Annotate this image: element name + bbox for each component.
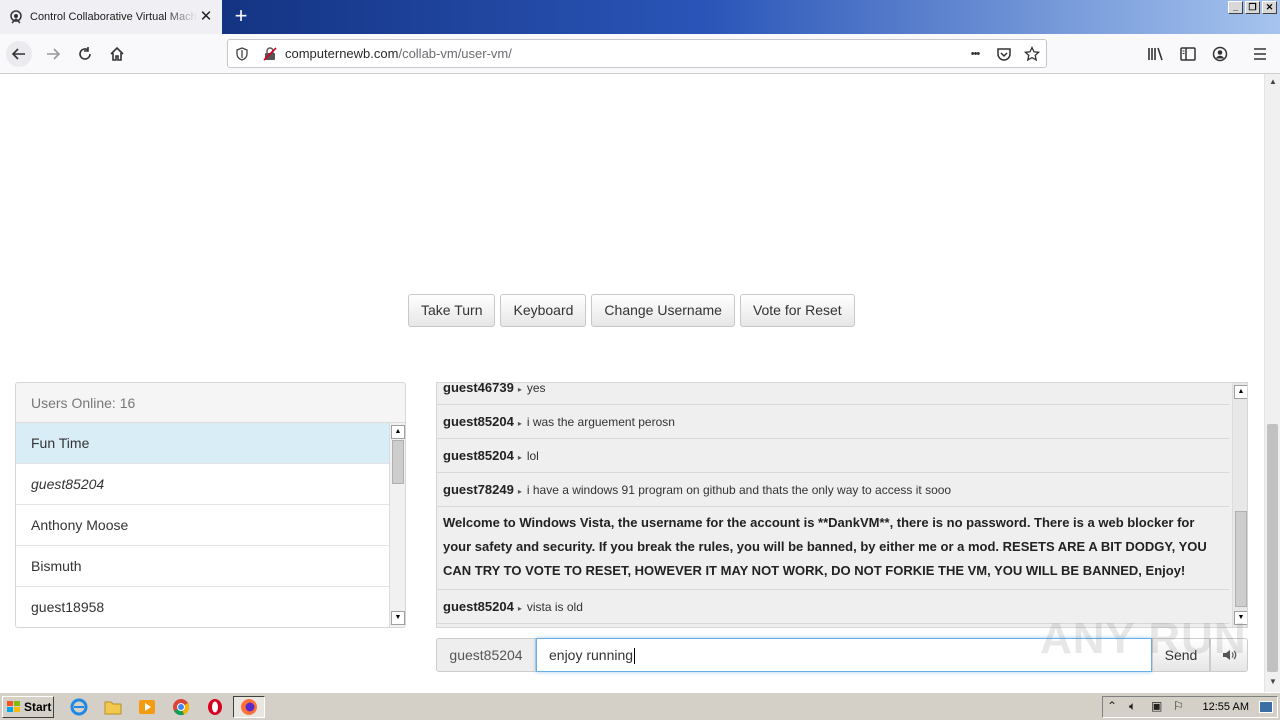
chat-message-user: guest85204: [443, 448, 514, 463]
keyboard-button[interactable]: Keyboard: [500, 294, 587, 327]
back-icon[interactable]: [6, 41, 32, 67]
start-label: Start: [24, 700, 52, 714]
scroll-thumb[interactable]: [392, 440, 404, 484]
chat-server-notice: Welcome to Windows Vista, the username f…: [437, 507, 1229, 590]
scroll-thumb[interactable]: [1235, 511, 1247, 607]
chat-message-text: lol: [526, 449, 539, 463]
start-button[interactable]: Start: [2, 696, 54, 718]
chat-message: guest78249 ▸ i have a windows 91 program o…: [437, 473, 1229, 507]
system-tray: ⌃ 🔈︎ ▣ ⚐ 12:55 AM: [1102, 696, 1278, 718]
taskbar-clock: 12:55 AM: [1202, 701, 1249, 713]
opera-icon[interactable]: [206, 698, 224, 716]
user-list-item[interactable]: Fun Time: [16, 423, 389, 464]
chat-message-text: i have a windows 91 program on github an…: [526, 483, 952, 497]
network-icon[interactable]: ▣: [1151, 699, 1162, 713]
scroll-thumb[interactable]: [1267, 424, 1278, 672]
address-bar[interactable]: computernewb.com/collab-vm/user-vm/ •••: [227, 39, 1047, 68]
menu-icon[interactable]: [1247, 41, 1273, 67]
chat-arrow-icon: ▸: [517, 453, 522, 462]
chat-arrow-icon: ▸: [517, 487, 522, 496]
restore-icon[interactable]: ❐: [1245, 1, 1260, 14]
taskbar-firefox-button[interactable]: [233, 696, 265, 718]
scroll-up-icon[interactable]: ▲: [1234, 385, 1247, 399]
url-text: computernewb.com/collab-vm/user-vm/: [285, 46, 512, 61]
navigation-toolbar: computernewb.com/collab-vm/user-vm/ •••: [0, 34, 1280, 74]
chat-panel: guest46739 ▸ yes guest85204 ▸ i was the argu…: [436, 382, 1248, 628]
new-tab-icon[interactable]: +: [229, 4, 253, 28]
folder-icon[interactable]: [104, 698, 122, 716]
user-list-scrollbar[interactable]: ▲ ▼: [389, 423, 405, 627]
tab-close-icon[interactable]: ✕: [198, 9, 214, 25]
chat-scrollbar[interactable]: ▲ ▼: [1232, 383, 1247, 627]
chrome-icon[interactable]: [172, 698, 190, 716]
bookmark-star-icon[interactable]: [1022, 44, 1042, 64]
chat-message-user: guest46739: [443, 382, 514, 395]
home-icon[interactable]: [104, 41, 130, 67]
scroll-down-icon[interactable]: ▼: [1267, 676, 1279, 688]
scroll-up-icon[interactable]: ▲: [1267, 76, 1279, 88]
chat-message-user: guest85204: [443, 599, 514, 614]
users-online-header: Users Online: 16: [16, 383, 405, 423]
collabvm-favicon-icon: [8, 9, 24, 25]
users-online-panel: Users Online: 16 Fun Time guest85204 Ant…: [15, 382, 406, 628]
chat-message-text: i was the arguement perosn: [526, 415, 675, 429]
anyrun-watermark: ANY RUN: [1040, 614, 1247, 663]
minimize-icon[interactable]: _: [1228, 1, 1243, 14]
page-scrollbar[interactable]: ▲ ▼: [1264, 74, 1280, 692]
page-actions-icon[interactable]: •••: [965, 44, 985, 64]
chat-message: guest46739 ▸ yes: [437, 382, 1229, 405]
tracking-shield-icon[interactable]: [232, 44, 252, 64]
window-controls: _ ❐ ✕: [1228, 1, 1277, 14]
tab-title: Control Collaborative Virtual Machines: [30, 11, 198, 23]
vm-action-buttons: Take Turn Keyboard Change Username Vote …: [408, 294, 855, 327]
take-turn-button[interactable]: Take Turn: [408, 294, 496, 327]
insecure-lock-icon[interactable]: [260, 44, 280, 64]
chat-arrow-icon: ▸: [517, 419, 522, 428]
page-content: Take Turn Keyboard Change Username Vote …: [0, 74, 1264, 692]
chat-username-label: guest85204: [436, 638, 536, 672]
media-player-icon[interactable]: [138, 698, 156, 716]
reload-icon[interactable]: [72, 41, 98, 67]
firefox-icon: [241, 699, 257, 715]
scroll-down-icon[interactable]: ▼: [391, 611, 405, 625]
pocket-icon[interactable]: [994, 44, 1014, 64]
user-list-item[interactable]: guest85204: [16, 464, 389, 505]
tab-strip: Control Collaborative Virtual Machines ✕…: [0, 0, 1280, 34]
sidebar-icon[interactable]: [1175, 41, 1201, 67]
chat-message-user: guest85204: [443, 414, 514, 429]
chat-message-user: guest78249: [443, 482, 514, 497]
windows-logo-icon: [7, 701, 20, 712]
windows-taskbar: Start ⌃ 🔈︎ ▣ ⚐ 12:55 AM: [0, 692, 1280, 720]
user-list: Fun Time guest85204 Anthony Moose Bismut…: [16, 423, 389, 627]
browser-tab[interactable]: Control Collaborative Virtual Machines ✕: [0, 0, 222, 34]
user-list-item[interactable]: Bismuth: [16, 546, 389, 587]
scroll-up-icon[interactable]: ▲: [391, 425, 405, 439]
user-list-item[interactable]: Anthony Moose: [16, 505, 389, 546]
chat-message: guest85204 ▸ lol: [437, 439, 1229, 473]
chat-message-list: guest46739 ▸ yes guest85204 ▸ i was the argu…: [437, 382, 1229, 624]
account-icon[interactable]: [1207, 41, 1233, 67]
show-desktop-icon[interactable]: [1259, 701, 1273, 713]
forward-icon[interactable]: [40, 41, 66, 67]
action-center-flag-icon[interactable]: ⚐: [1173, 699, 1184, 713]
volume-icon[interactable]: 🔈︎: [1129, 699, 1136, 714]
change-username-button[interactable]: Change Username: [591, 294, 735, 327]
chat-arrow-icon: ▸: [517, 604, 522, 613]
tray-expand-icon[interactable]: ⌃: [1107, 699, 1117, 713]
library-icon[interactable]: [1143, 41, 1169, 67]
chat-message: guest85204 ▸ i was the arguement perosn: [437, 405, 1229, 439]
user-list-item[interactable]: guest18958: [16, 587, 389, 627]
close-window-icon[interactable]: ✕: [1262, 1, 1277, 14]
chat-message-text: vista is old: [526, 600, 583, 614]
internet-explorer-icon[interactable]: [70, 698, 88, 716]
vote-for-reset-button[interactable]: Vote for Reset: [739, 294, 855, 327]
chat-arrow-icon: ▸: [517, 385, 522, 394]
chat-message-text: yes: [526, 382, 546, 395]
